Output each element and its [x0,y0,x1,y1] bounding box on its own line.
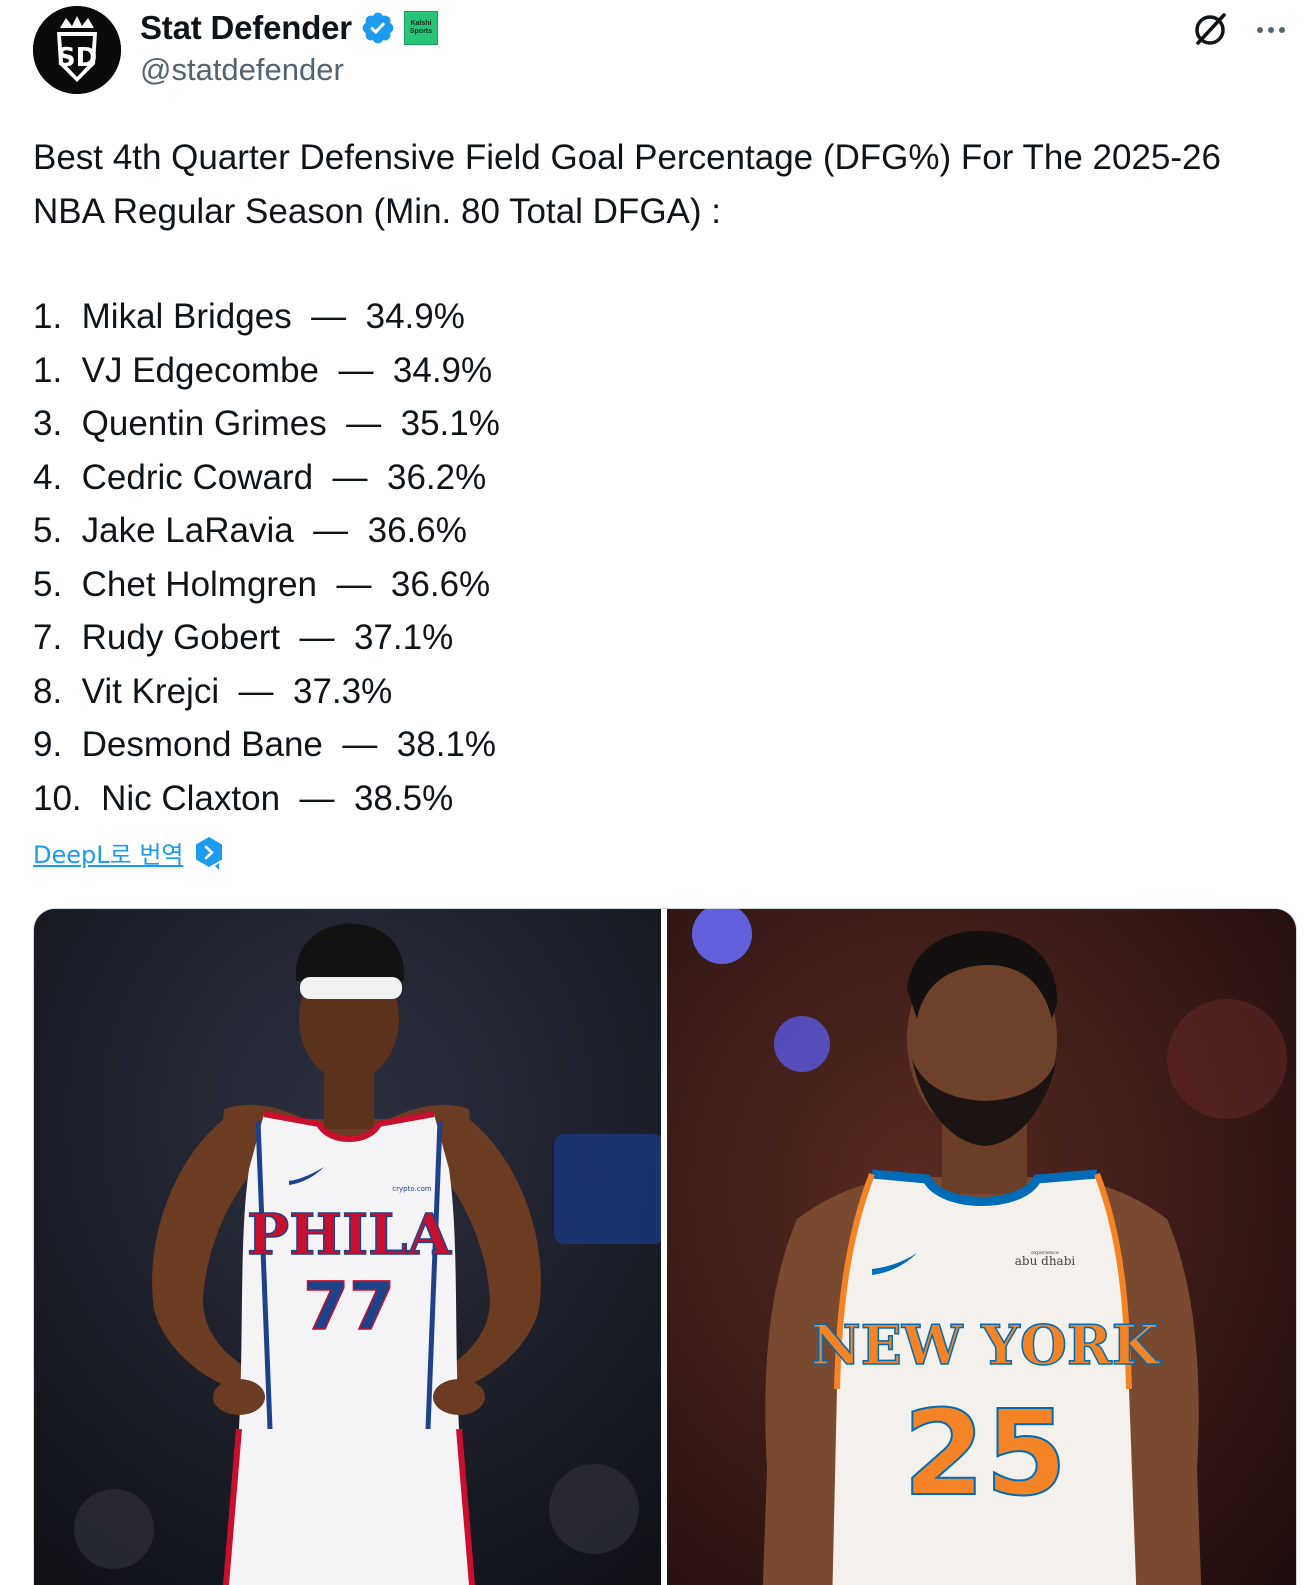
deepl-icon[interactable] [194,836,224,870]
tweet-media[interactable]: PHILA 77 crypto.com NEW YORK 25 experien… [33,908,1297,1585]
list-item: 7. Rudy Gobert — 37.1% [33,618,454,657]
right-jersey-patch: abu dhabi [1015,1254,1076,1268]
list-item: 10. Nic Claxton — 38.5% [33,778,454,818]
affiliate-badge-line2: Sports [409,28,433,35]
list-item: 9. Desmond Bane — 38.1% [33,725,497,764]
ranking-list: 1. Mikal Bridges — 34.9% 1. VJ Edgecombe… [33,290,500,825]
list-item: 4. Cedric Coward — 36.2% [33,457,487,497]
author-name-row: Stat Defender Kalshi Sports [140,8,438,48]
right-jersey-number: 25 [903,1384,1067,1522]
right-jersey-wordmark: NEW YORK [811,1313,1160,1377]
left-jersey-wordmark: PHILA [247,1202,453,1268]
translate-link[interactable]: DeepL로 번역 [33,835,184,870]
author-avatar[interactable]: SD [33,6,121,94]
more-options-icon[interactable] [1251,12,1291,48]
tweet-text: Best 4th Quarter Defensive Field Goal Pe… [33,138,1221,231]
left-jersey-number: 77 [303,1268,395,1345]
left-jersey-patch: crypto.com [392,1185,432,1193]
media-photo-left[interactable]: PHILA 77 crypto.com [34,909,661,1585]
list-item: 1. Mikal Bridges — 34.9% [33,297,465,336]
list-item: 5. Chet Holmgren — 36.6% [33,564,491,604]
media-photo-right[interactable]: NEW YORK 25 experience abu dhabi [667,909,1296,1585]
author-display-name[interactable]: Stat Defender [140,9,352,47]
grok-icon[interactable] [1190,10,1230,50]
author-handle[interactable]: @statdefender [140,52,344,88]
avatar-logo-icon: SD [33,6,121,94]
list-item: 5. Jake LaRavia — 36.6% [33,511,467,550]
affiliate-badge-line1: Kalshi [410,20,432,27]
tweet-card: SD Stat Defender Kalshi Sports @statdefe… [0,0,1305,1585]
translate-row: DeepL로 번역 [33,835,224,870]
verified-badge-icon[interactable] [360,10,396,46]
list-item: 3. Quentin Grimes — 35.1% [33,404,500,443]
avatar-monogram: SD [57,43,97,73]
list-item: 1. VJ Edgecombe — 34.9% [33,350,493,390]
affiliate-badge[interactable]: Kalshi Sports [403,11,438,45]
list-item: 8. Vit Krejci — 37.3% [33,671,393,711]
